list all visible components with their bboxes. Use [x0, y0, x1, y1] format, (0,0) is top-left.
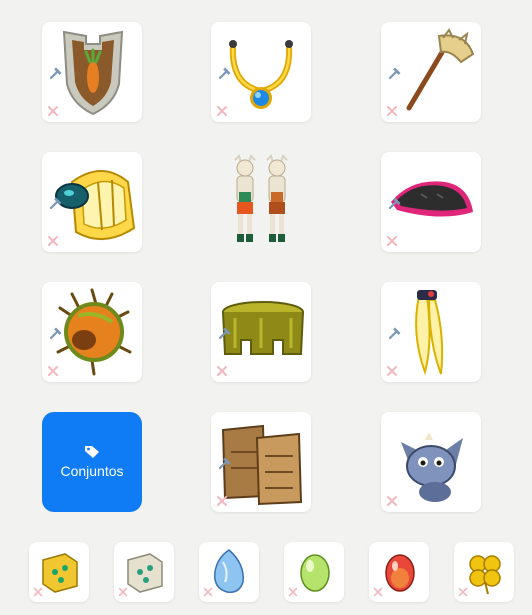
character-preview	[221, 152, 301, 252]
tag-icon	[85, 446, 99, 458]
modify-hammer-icon[interactable]	[387, 325, 403, 341]
character-figure-icon	[234, 154, 288, 242]
dofus-slot-1[interactable]	[29, 542, 89, 602]
remove-x-icon[interactable]	[202, 586, 214, 598]
modify-hammer-icon[interactable]	[48, 195, 64, 211]
equipment-panel: { "equipment": { "slots": [ {"item": "sh…	[0, 0, 532, 615]
pet-slot[interactable]	[381, 412, 481, 512]
dofus-slot-2[interactable]	[114, 542, 174, 602]
remove-x-icon[interactable]	[46, 234, 60, 248]
hat-slot[interactable]	[381, 152, 481, 252]
remove-x-icon[interactable]	[215, 364, 229, 378]
remove-x-icon[interactable]	[215, 494, 229, 508]
modify-hammer-icon[interactable]	[217, 455, 233, 471]
remove-x-icon[interactable]	[46, 104, 60, 118]
remove-x-icon[interactable]	[46, 364, 60, 378]
remove-x-icon[interactable]	[117, 586, 129, 598]
remove-x-icon[interactable]	[372, 586, 384, 598]
remove-x-icon[interactable]	[32, 586, 44, 598]
sets-button-label: Conjuntos	[60, 463, 124, 479]
remove-x-icon[interactable]	[385, 494, 399, 508]
remove-x-icon[interactable]	[215, 104, 229, 118]
modify-hammer-icon[interactable]	[217, 65, 233, 81]
feather-slot[interactable]	[381, 282, 481, 382]
ring-slot[interactable]	[42, 152, 142, 252]
belt-slot[interactable]	[42, 282, 142, 382]
modify-hammer-icon[interactable]	[48, 325, 64, 341]
remove-x-icon[interactable]	[457, 586, 469, 598]
dofus-slot-6[interactable]	[454, 542, 514, 602]
cloak-slot[interactable]	[211, 282, 311, 382]
dofus-slot-4[interactable]	[284, 542, 344, 602]
sets-button[interactable]: Conjuntos	[42, 412, 142, 512]
dofus-slot-3[interactable]	[199, 542, 259, 602]
modify-hammer-icon[interactable]	[48, 65, 64, 81]
dofus-slot-5[interactable]	[369, 542, 429, 602]
amulet-slot[interactable]	[211, 22, 311, 122]
remove-x-icon[interactable]	[287, 586, 299, 598]
boots-slot[interactable]	[211, 412, 311, 512]
remove-x-icon[interactable]	[385, 234, 399, 248]
shield-slot[interactable]	[42, 22, 142, 122]
remove-x-icon[interactable]	[385, 104, 399, 118]
modify-hammer-icon[interactable]	[387, 65, 403, 81]
modify-hammer-icon[interactable]	[217, 325, 233, 341]
weapon-slot[interactable]	[381, 22, 481, 122]
remove-x-icon[interactable]	[385, 364, 399, 378]
modify-hammer-icon[interactable]	[387, 195, 403, 211]
